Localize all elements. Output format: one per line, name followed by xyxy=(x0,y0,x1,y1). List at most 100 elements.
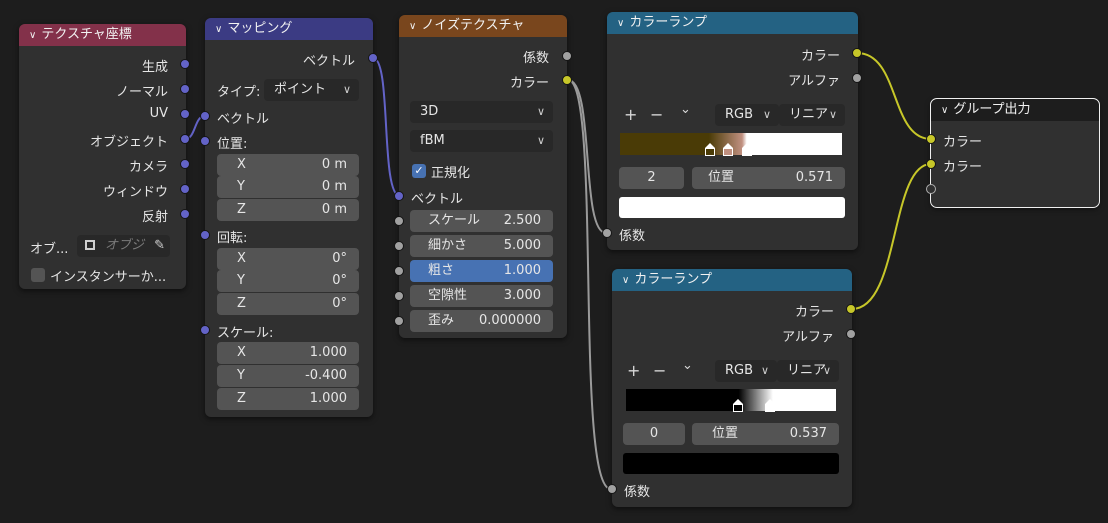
stop-index-field[interactable]: 0 xyxy=(623,423,685,445)
color-mode-dropdown[interactable]: RGB ∨ xyxy=(715,104,779,126)
chevron-down-icon[interactable]: ∨ xyxy=(409,16,416,37)
lacunarity-field[interactable]: 空隙性 3.000 xyxy=(410,285,553,307)
chevron-down-icon[interactable]: ⌄ xyxy=(680,102,691,117)
color-stop-1[interactable] xyxy=(765,399,775,412)
output-color: カラー xyxy=(800,49,840,64)
dimension-dropdown[interactable]: 3D ∨ xyxy=(410,101,553,123)
stop-color-swatch[interactable] xyxy=(619,197,845,218)
roughness-field[interactable]: 粗さ 1.000 xyxy=(410,260,553,282)
chevron-down-icon[interactable]: ∨ xyxy=(622,270,629,291)
node-texture-coordinate[interactable]: ∨ テクスチャ座標 生成 ノーマル UV オブジェクト カメラ ウィンドウ 反射 … xyxy=(19,24,190,289)
scale-z-field[interactable]: Z 1.000 xyxy=(217,388,359,410)
location-x-field[interactable]: X0 m xyxy=(217,154,359,176)
chevron-down-icon[interactable]: ∨ xyxy=(617,13,624,34)
remove-stop-button[interactable]: − xyxy=(653,361,666,380)
link-ramp2-to-group xyxy=(851,163,932,310)
scale-field[interactable]: スケール 2.500 xyxy=(410,210,553,232)
socket-rotation[interactable] xyxy=(200,230,210,240)
socket-distortion[interactable] xyxy=(394,316,404,326)
output-reflection: 反射 xyxy=(141,210,168,225)
socket-fac-in[interactable] xyxy=(602,228,612,238)
node-header[interactable]: ∨ カラーランプ xyxy=(612,269,852,291)
rotation-z-field[interactable]: Z 0° xyxy=(217,293,359,315)
node-header[interactable]: ∨ ノイズテクスチャ xyxy=(399,15,567,37)
socket-object[interactable] xyxy=(180,134,190,144)
socket-color-out[interactable] xyxy=(846,304,856,314)
socket-color-in-1[interactable] xyxy=(926,134,936,144)
socket-roughness[interactable] xyxy=(394,266,404,276)
socket-reflection[interactable] xyxy=(180,209,190,219)
noise-type-dropdown[interactable]: fBM ∨ xyxy=(410,130,553,152)
add-stop-button[interactable]: + xyxy=(627,361,640,380)
color-stop-0[interactable] xyxy=(705,143,715,156)
socket-color-out[interactable] xyxy=(562,75,572,85)
chevron-down-icon[interactable]: ∨ xyxy=(29,25,36,46)
color-ramp-bar[interactable] xyxy=(626,389,836,411)
socket-detail[interactable] xyxy=(394,241,404,251)
chevron-down-icon[interactable]: ⌄ xyxy=(682,358,693,373)
node-color-ramp-1[interactable]: ∨ カラーランプ カラー アルファ + − ⌄ RGB ∨ リニア ∨ 2 位置 0.5… xyxy=(602,12,862,250)
interpolation-dropdown[interactable]: リニア ∨ xyxy=(779,104,845,126)
stop-color-swatch[interactable] xyxy=(623,453,839,474)
color-stop-0[interactable] xyxy=(733,399,743,412)
socket-window[interactable] xyxy=(180,184,190,194)
socket-location[interactable] xyxy=(200,136,210,146)
object-picker[interactable]: オブジ ✎ xyxy=(77,235,170,257)
socket-vector-out[interactable] xyxy=(368,53,378,63)
remove-stop-button[interactable]: − xyxy=(650,105,663,124)
stop-position-field[interactable]: 位置 0.537 xyxy=(692,423,839,445)
output-generated: 生成 xyxy=(141,60,168,75)
color-stop-2[interactable] xyxy=(742,143,752,156)
color-mode-dropdown[interactable]: RGB ∨ xyxy=(715,360,777,382)
eyedropper-icon[interactable]: ✎ xyxy=(154,235,165,257)
add-stop-button[interactable]: + xyxy=(624,105,637,124)
rotation-x-field[interactable]: X 0° xyxy=(217,248,359,270)
socket-alpha-out[interactable] xyxy=(852,73,862,83)
instancer-checkbox[interactable] xyxy=(31,268,45,282)
stop-position-field[interactable]: 位置 0.571 xyxy=(692,167,845,189)
chevron-down-icon[interactable]: ∨ xyxy=(215,19,222,40)
scale-x-field[interactable]: X 1.000 xyxy=(217,342,359,364)
node-title: ノイズテクスチャ xyxy=(421,18,525,33)
socket-vector-in[interactable] xyxy=(394,191,404,201)
chevron-down-icon: ∨ xyxy=(342,83,351,96)
chevron-down-icon[interactable]: ∨ xyxy=(941,100,948,121)
socket-scale[interactable] xyxy=(200,325,210,335)
node-noise-texture[interactable]: ∨ ノイズテクスチャ 係数 カラー 3D ∨ fBM ∨ ✓ 正規化 ベクトル ス… xyxy=(394,15,572,338)
socket-generated[interactable] xyxy=(180,59,190,69)
socket-empty[interactable] xyxy=(926,184,936,194)
stop-index-field[interactable]: 2 xyxy=(619,167,684,189)
detail-field[interactable]: 細かさ 5.000 xyxy=(410,235,553,257)
type-dropdown[interactable]: ポイント ∨ xyxy=(264,79,359,101)
socket-lacunarity[interactable] xyxy=(394,291,404,301)
location-z-field[interactable]: Z0 m xyxy=(217,199,359,221)
distortion-field[interactable]: 歪み 0.000000 xyxy=(410,310,553,332)
link-ramp1-to-group xyxy=(856,52,932,140)
normalize-checkbox[interactable]: ✓ xyxy=(412,164,426,178)
socket-uv[interactable] xyxy=(180,109,190,119)
socket-normal[interactable] xyxy=(180,84,190,94)
node-group-output[interactable]: ∨ グループ出力 カラー カラー xyxy=(926,98,1100,208)
rotation-y-field[interactable]: Y 0° xyxy=(217,270,359,292)
node-header[interactable]: ∨ グループ出力 xyxy=(931,99,1099,121)
socket-camera[interactable] xyxy=(180,159,190,169)
node-header[interactable]: ∨ カラーランプ xyxy=(607,12,858,34)
socket-vector-in[interactable] xyxy=(200,111,210,121)
node-mapping[interactable]: ∨ マッピング ベクトル タイプ: ポイント ∨ ベクトル 位置: X0 m Y0… xyxy=(200,18,378,417)
location-y-field[interactable]: Y0 m xyxy=(217,176,359,198)
socket-color-in-2[interactable] xyxy=(926,159,936,169)
color-stop-1[interactable] xyxy=(723,143,733,156)
socket-alpha-out[interactable] xyxy=(846,329,856,339)
node-color-ramp-2[interactable]: ∨ カラーランプ カラー アルファ + − ⌄ RGB ∨ リニア ∨ 0 位置 0.5… xyxy=(607,269,856,507)
socket-scale[interactable] xyxy=(394,216,404,226)
output-color: カラー xyxy=(794,305,834,320)
output-vector-label: ベクトル xyxy=(302,54,355,69)
socket-fac-out[interactable] xyxy=(562,51,572,61)
socket-fac-in[interactable] xyxy=(607,484,617,494)
node-header[interactable]: ∨ マッピング xyxy=(205,18,373,40)
node-header[interactable]: ∨ テクスチャ座標 xyxy=(19,24,186,46)
chevron-down-icon: ∨ xyxy=(760,364,769,377)
scale-y-field[interactable]: Y -0.400 xyxy=(217,365,359,387)
socket-color-out[interactable] xyxy=(852,48,862,58)
interpolation-dropdown[interactable]: リニア ∨ xyxy=(777,360,839,382)
